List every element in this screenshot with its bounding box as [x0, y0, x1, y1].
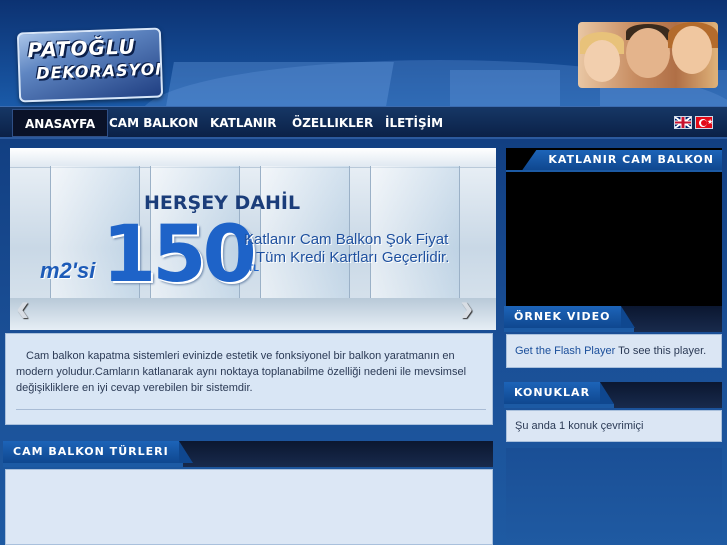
section-title: KATLANIR CAM BALKON [522, 150, 722, 170]
site-header: PATOĞLU DEKORASYON [0, 0, 727, 106]
right-column-background [506, 448, 722, 545]
main-nav: ANASAYFA CAM BALKON KATLANIR ÖZELLIKLER … [0, 106, 727, 139]
intro-panel: Cam balkon kapatma sistemleri evinizde e… [5, 333, 493, 425]
visitors-text: Şu anda 1 konuk çevrimiçi [515, 420, 644, 432]
promo-line2: Tüm Kredi Kartları Geçerlidir. [256, 249, 450, 266]
header-building-shape [450, 70, 560, 106]
promo-unit-prefix: m2'si [40, 258, 96, 283]
nav-item-ozellikler[interactable]: ÖZELLIKLER [280, 109, 385, 137]
chevron-left-icon[interactable]: ‹ [16, 288, 50, 328]
section-header-konuklar: KONUKLAR [504, 382, 722, 408]
chevron-right-icon[interactable]: › [460, 288, 494, 328]
nav-item-iletisim[interactable]: İLETİŞİM [373, 109, 455, 137]
section-title: ÖRNEK VIDEO [504, 306, 634, 328]
promo-price: 150 [102, 210, 257, 300]
header-building-shape [166, 62, 394, 106]
promo-line1: Katlanır Cam Balkon Şok Fiyat [244, 231, 449, 248]
section-header-cam-balkon-turleri: CAM BALKON TÜRLERI [3, 441, 493, 467]
logo-line2: DEKORASYON [35, 59, 164, 83]
nav-item-katlanir[interactable]: KATLANIR [198, 109, 289, 137]
promo-slider[interactable]: HERŞEY DAHİL m2'si 150 TL Katlanır Cam B… [10, 148, 496, 330]
nav-item-anasayfa[interactable]: ANASAYFA [12, 109, 109, 137]
video-panel: Get the Flash Player To see this player. [506, 334, 722, 368]
video-suffix-text: To see this player. [615, 345, 707, 357]
section-title: CAM BALKON TÜRLERI [3, 441, 193, 463]
divider [16, 409, 486, 410]
family-photo [578, 22, 718, 88]
turkey-flag-icon[interactable]: ★ [695, 116, 713, 129]
visitors-panel: Şu anda 1 konuk çevrimiçi [506, 410, 722, 442]
section-title: KONUKLAR [504, 382, 615, 404]
uk-flag-icon[interactable] [674, 116, 692, 129]
section-header-ornek-video: ÖRNEK VIDEO [504, 306, 722, 332]
intro-text: Cam balkon kapatma sistemleri evinizde e… [16, 350, 467, 394]
katlanir-cam-balkon-panel: KATLANIR CAM BALKON [506, 148, 722, 308]
cam-balkon-turleri-panel [5, 469, 493, 545]
logo-line1: PATOĞLU [27, 34, 137, 63]
site-logo[interactable]: PATOĞLU DEKORASYON [16, 27, 164, 103]
flash-player-link[interactable]: Get the Flash Player [515, 345, 615, 357]
nav-item-cam-balkon[interactable]: CAM BALKON [97, 109, 210, 137]
